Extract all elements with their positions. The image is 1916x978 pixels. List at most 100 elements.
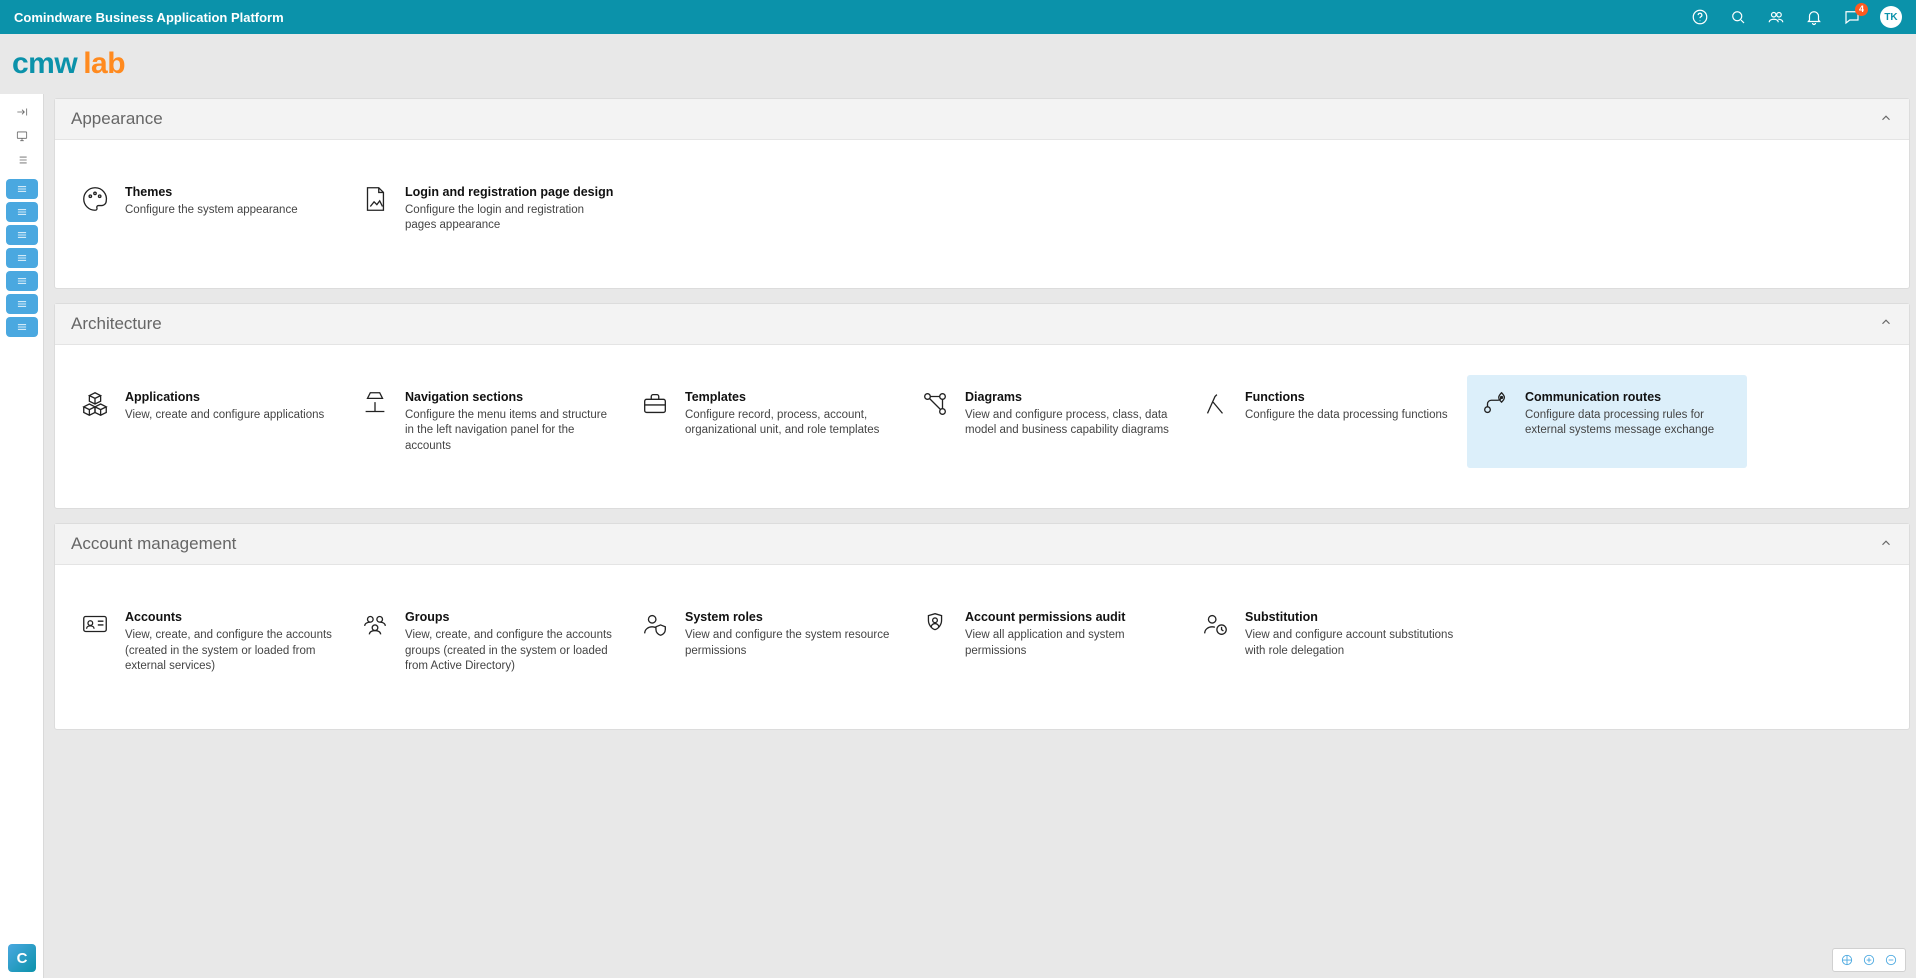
desk-lamp-icon [359, 389, 391, 421]
card-title: Applications [125, 389, 335, 406]
section-title: Account management [71, 534, 1879, 554]
card-text: Communication routes Configure data proc… [1525, 389, 1735, 454]
card-nav-sections[interactable]: Navigation sections Configure the menu i… [347, 375, 627, 468]
card-desc: Configure the data processing functions [1245, 408, 1455, 424]
sidebar-item-6[interactable] [6, 294, 38, 314]
section-header-architecture[interactable]: Architecture [55, 304, 1909, 345]
card-desc: Configure the menu items and structure i… [405, 408, 615, 455]
search-icon[interactable] [1728, 7, 1748, 27]
card-themes[interactable]: Themes Configure the system appearance [67, 170, 347, 248]
avatar[interactable]: TK [1880, 6, 1902, 28]
monitor-icon[interactable] [7, 126, 37, 146]
section-body-account: Accounts View, create, and configure the… [55, 565, 1909, 728]
app-title: Comindware Business Application Platform [14, 10, 1690, 25]
card-text: System roles View and configure the syst… [685, 609, 895, 674]
card-desc: View, create, and configure the accounts… [405, 628, 615, 675]
card-text: Navigation sections Configure the menu i… [405, 389, 615, 454]
people-icon[interactable] [1766, 7, 1786, 27]
section-body-architecture: Applications View, create and configure … [55, 345, 1909, 508]
card-comm-routes[interactable]: Communication routes Configure data proc… [1467, 375, 1747, 468]
id-card-icon [79, 609, 111, 641]
logo: cmwlab [12, 47, 125, 81]
section-body-appearance: Themes Configure the system appearance L… [55, 140, 1909, 288]
section-header-account[interactable]: Account management [55, 524, 1909, 565]
chevron-up-icon [1879, 536, 1893, 553]
card-title: Themes [125, 184, 335, 201]
main: C Appearance Themes Configure the system… [0, 94, 1916, 978]
card-accounts[interactable]: Accounts View, create, and configure the… [67, 595, 347, 688]
logo-part2: lab [83, 47, 125, 80]
sidebar-product-icon[interactable]: C [8, 944, 36, 972]
zoom-controls [1832, 948, 1906, 972]
card-desc: View, create, and configure the accounts… [125, 628, 335, 675]
card-title: Groups [405, 609, 615, 626]
card-title: Navigation sections [405, 389, 615, 406]
card-text: Diagrams View and configure process, cla… [965, 389, 1175, 454]
section-appearance: Appearance Themes Configure the system a… [54, 98, 1910, 289]
page-image-icon [359, 184, 391, 216]
sidebar-item-7[interactable] [6, 317, 38, 337]
section-header-appearance[interactable]: Appearance [55, 99, 1909, 140]
chat-icon[interactable]: 4 [1842, 7, 1862, 27]
card-title: Diagrams [965, 389, 1175, 406]
sidebar-item-4[interactable] [6, 248, 38, 268]
card-desc: Configure record, process, account, orga… [685, 408, 895, 439]
briefcase-icon [639, 389, 671, 421]
bell-icon[interactable] [1804, 7, 1824, 27]
card-applications[interactable]: Applications View, create and configure … [67, 375, 347, 468]
zoom-in-icon[interactable] [1861, 952, 1877, 968]
sidebar-blue-stack [6, 178, 38, 337]
card-text: Functions Configure the data processing … [1245, 389, 1455, 454]
help-icon[interactable] [1690, 7, 1710, 27]
card-desc: View, create and configure applications [125, 408, 335, 424]
card-text: Groups View, create, and configure the a… [405, 609, 615, 674]
expand-sidebar-icon[interactable] [7, 102, 37, 122]
card-text: Themes Configure the system appearance [125, 184, 335, 234]
card-title: Communication routes [1525, 389, 1735, 406]
chat-badge: 4 [1855, 3, 1868, 16]
card-title: Login and registration page design [405, 184, 615, 201]
card-text: Login and registration page design Confi… [405, 184, 615, 234]
card-title: Templates [685, 389, 895, 406]
card-substitution[interactable]: Substitution View and configure account … [1187, 595, 1467, 688]
zoom-fit-icon[interactable] [1839, 952, 1855, 968]
list-settings-icon[interactable] [7, 150, 37, 170]
card-text: Account permissions audit View all appli… [965, 609, 1175, 674]
lambda-icon [1199, 389, 1231, 421]
zoom-out-icon[interactable] [1883, 952, 1899, 968]
chevron-up-icon [1879, 315, 1893, 332]
card-desc: View and configure account substitutions… [1245, 628, 1455, 659]
section-title: Architecture [71, 314, 1879, 334]
card-desc: View all application and system permissi… [965, 628, 1175, 659]
card-system-roles[interactable]: System roles View and configure the syst… [627, 595, 907, 688]
card-desc: View and configure the system resource p… [685, 628, 895, 659]
group-icon [359, 609, 391, 641]
content: Appearance Themes Configure the system a… [44, 94, 1916, 978]
user-shield-icon [639, 609, 671, 641]
cubes-icon [79, 389, 111, 421]
section-architecture: Architecture Applications View, create a… [54, 303, 1910, 509]
sidebar: C [0, 94, 44, 978]
sidebar-item-2[interactable] [6, 202, 38, 222]
card-title: Substitution [1245, 609, 1455, 626]
card-diagrams[interactable]: Diagrams View and configure process, cla… [907, 375, 1187, 468]
section-account-management: Account management Accounts View, create… [54, 523, 1910, 729]
sidebar-item-3[interactable] [6, 225, 38, 245]
card-text: Applications View, create and configure … [125, 389, 335, 454]
card-perm-audit[interactable]: Account permissions audit View all appli… [907, 595, 1187, 688]
card-desc: Configure the login and registration pag… [405, 203, 615, 234]
logo-part1: cmw [12, 47, 77, 80]
card-templates[interactable]: Templates Configure record, process, acc… [627, 375, 907, 468]
card-login-design[interactable]: Login and registration page design Confi… [347, 170, 627, 248]
card-title: Functions [1245, 389, 1455, 406]
card-text: Accounts View, create, and configure the… [125, 609, 335, 674]
card-functions[interactable]: Functions Configure the data processing … [1187, 375, 1467, 468]
section-title: Appearance [71, 109, 1879, 129]
sidebar-item-1[interactable] [6, 179, 38, 199]
palette-icon [79, 184, 111, 216]
card-desc: Configure data processing rules for exte… [1525, 408, 1735, 439]
card-desc: Configure the system appearance [125, 203, 335, 219]
chevron-up-icon [1879, 111, 1893, 128]
card-groups[interactable]: Groups View, create, and configure the a… [347, 595, 627, 688]
sidebar-item-5[interactable] [6, 271, 38, 291]
